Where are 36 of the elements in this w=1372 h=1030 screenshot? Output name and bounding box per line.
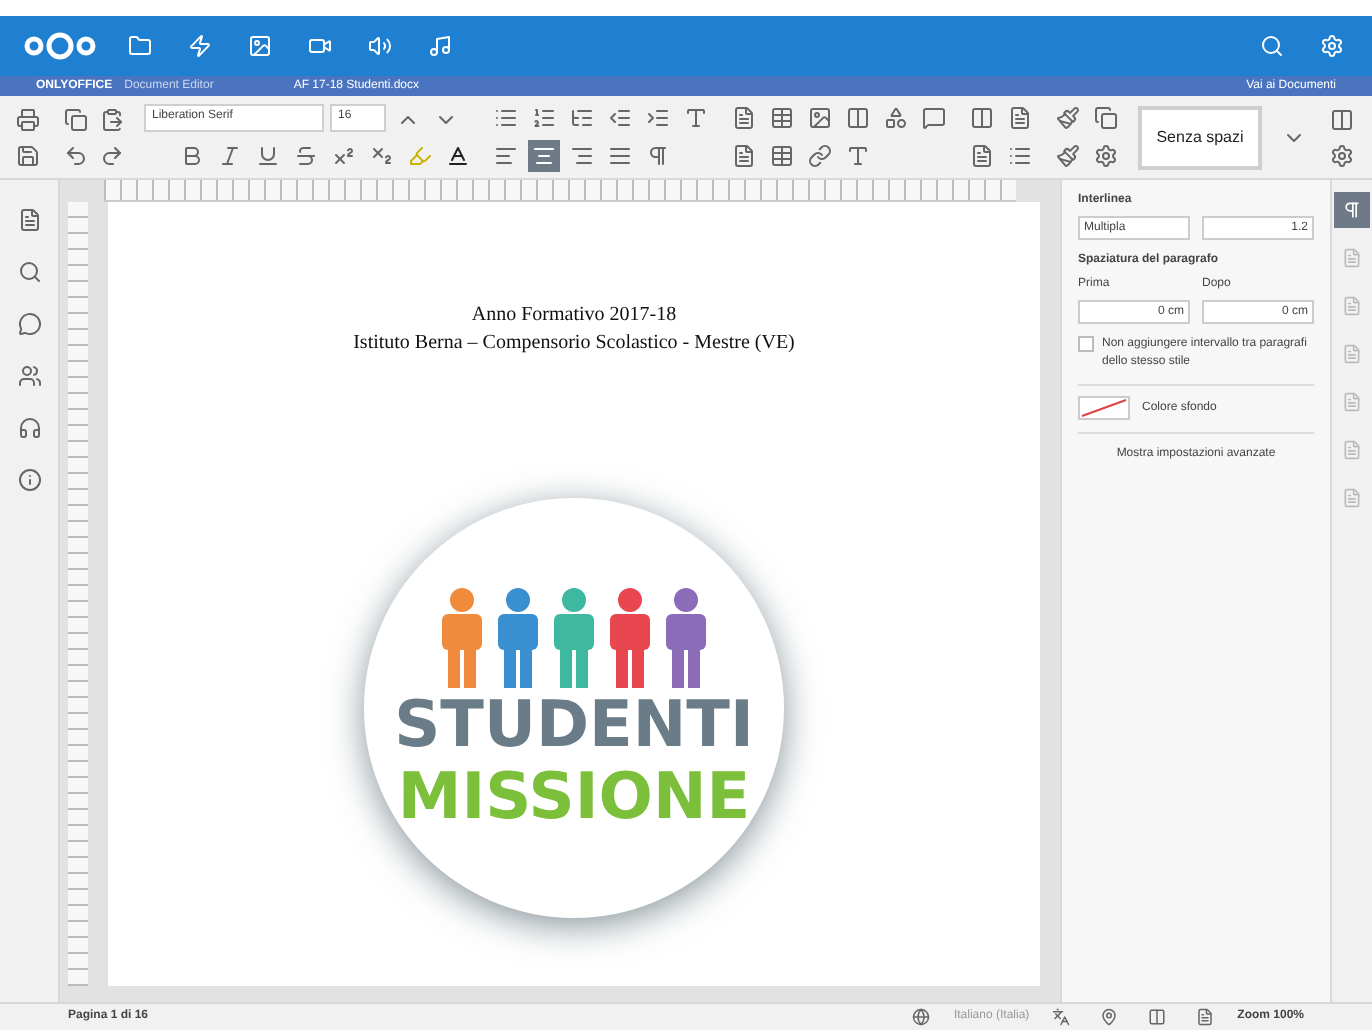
checkbox[interactable] (1078, 336, 1094, 352)
copy-icon[interactable] (60, 103, 92, 135)
document-text-line: Istituto Berna – Compensorio Scolastico - Mestre (VE) (353, 330, 795, 358)
lightning-icon[interactable] (184, 30, 216, 62)
print-icon[interactable] (12, 103, 44, 135)
logo-icon (24, 32, 96, 60)
table-icon[interactable] (766, 102, 798, 134)
page-icon (1342, 248, 1362, 268)
users-icon[interactable] (13, 360, 45, 392)
logo-subtitle: MISSIONE (397, 760, 751, 832)
document-text-line: Anno Formativo 2017-18 (471, 302, 677, 330)
no-color-swatch[interactable] (1078, 396, 1130, 420)
page-icon (1342, 440, 1362, 460)
pilcrow-icon (1342, 200, 1362, 220)
settings-tab[interactable] (1334, 192, 1370, 228)
logo-title: STUDENTI (394, 688, 754, 760)
page-icon (1342, 392, 1362, 412)
style-selector[interactable]: Senza spazi (1138, 105, 1262, 169)
settings-icon[interactable] (1316, 30, 1348, 62)
brush-icon[interactable] (1052, 102, 1084, 134)
page-icon (1342, 344, 1362, 364)
info-icon[interactable] (13, 464, 45, 496)
link-icon[interactable] (804, 140, 836, 172)
image-icon[interactable] (244, 30, 276, 62)
layout-icon[interactable] (966, 102, 998, 134)
gear-icon[interactable] (1326, 139, 1358, 171)
shape-icon[interactable] (880, 102, 912, 134)
comment-icon[interactable] (13, 308, 45, 340)
align-center-icon[interactable] (528, 140, 560, 172)
page-icon (1342, 488, 1362, 508)
music-icon[interactable] (424, 30, 456, 62)
page-icon (1342, 296, 1362, 316)
search-icon[interactable] (1256, 30, 1288, 62)
columns-icon[interactable] (842, 102, 874, 134)
comment-icon[interactable] (918, 102, 950, 134)
image-icon[interactable] (804, 102, 836, 134)
